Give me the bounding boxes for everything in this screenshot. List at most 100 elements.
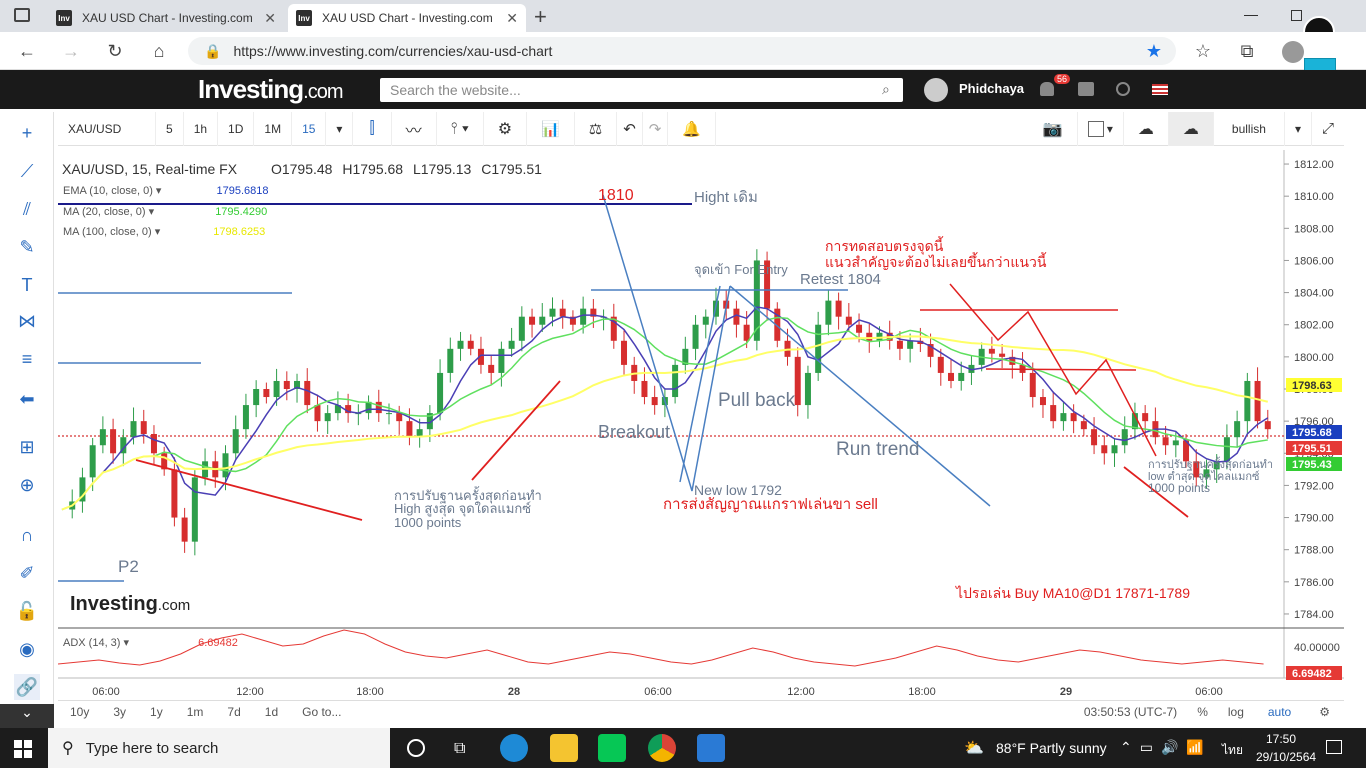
task-view-icon[interactable]: ⧉ [454,740,465,758]
ma20-legend[interactable]: MA (20, close, 0) ▾ 1795.4290 [63,205,267,218]
collections-icon[interactable]: ⧉ [1234,38,1260,64]
brush-icon[interactable]: ✎ [14,234,40,260]
notification-center-icon[interactable] [1326,740,1342,754]
url-field[interactable]: 🔒 https://www.investing.com/currencies/x… [188,37,1176,65]
tray-icons[interactable]: ⌃▭🔊📶 [1120,739,1212,756]
percent-toggle[interactable]: % [1187,705,1218,719]
photos-icon[interactable] [697,734,725,762]
adx-legend[interactable]: ADX (14, 3) ▾ 6.69482 [63,636,238,649]
indicators-icon[interactable]: ⫯ ▾ [437,111,484,146]
layout-name[interactable]: bullish [1214,111,1285,146]
cloud-save-icon[interactable]: ☁ [1168,111,1214,146]
lock-icon[interactable]: 🔓 [14,598,40,624]
studies-icon[interactable]: 📊 [527,111,575,146]
symbol-field[interactable]: XAU/USD [58,111,156,146]
ema-legend[interactable]: EMA (10, close, 0) ▾ 1795.6818 [63,184,269,197]
forward-icon[interactable]: → [58,38,84,64]
forecast-icon[interactable]: ≡ [14,346,40,372]
site-logo[interactable]: Investing.com [198,74,343,105]
weather-text[interactable]: 88°F Partly sunny [996,740,1107,756]
portfolio-icon[interactable] [1078,82,1094,96]
browser-tab-1[interactable]: Inv XAU USD Chart - Investing.com ✕ [48,4,284,32]
range-7d[interactable]: 7d [215,705,252,719]
range-3y[interactable]: 3y [101,705,138,719]
price-label: 1795.68 [1286,425,1342,439]
candles-icon[interactable]: ⫿ [353,111,392,146]
minimize-icon[interactable]: — [1244,6,1258,22]
trendline-icon[interactable]: ⟋ [14,158,40,184]
edge-icon[interactable] [500,734,528,762]
undo-icon[interactable]: ↶ [617,111,643,146]
close-tab-icon[interactable]: ✕ [264,10,276,27]
site-search-input[interactable]: Search the website... [380,78,903,102]
range-1y[interactable]: 1y [138,705,175,719]
pencil-lock-icon[interactable]: ✐ [14,560,40,586]
range-10y[interactable]: 10y [58,705,101,719]
cloud-load-icon[interactable]: ☁ [1124,111,1169,146]
refresh-icon[interactable]: ↻ [102,38,128,64]
clock-date[interactable]: 29/10/2564 [1256,750,1316,764]
new-tab-icon[interactable]: + [534,4,547,30]
close-tab-icon[interactable]: ✕ [506,10,518,27]
chevron-down-icon[interactable]: ▾ [326,111,354,146]
bell-icon[interactable] [1040,82,1054,96]
cortana-icon[interactable] [407,739,425,757]
gear-icon[interactable]: ⚙ [484,111,528,146]
avatar[interactable] [1282,41,1304,63]
interval-1d[interactable]: 1D [218,111,255,146]
interval-1h[interactable]: 1h [184,111,219,146]
text-icon[interactable]: T [14,272,40,298]
pitchfork-icon[interactable]: ⫽ [14,196,40,222]
us-flag-icon[interactable] [1152,84,1168,95]
interval-5[interactable]: 5 [156,111,184,146]
redo-icon[interactable]: ↷ [643,111,669,146]
fullscreen-icon[interactable]: ⤢ [1312,112,1344,146]
back-icon[interactable]: ← [14,38,40,64]
user-name[interactable]: Phidchaya [959,81,1024,96]
home-icon[interactable]: ⌂ [146,38,172,64]
log-toggle[interactable]: log [1218,705,1254,719]
chrome-icon[interactable] [648,734,676,762]
line-chart-icon[interactable]: 〰 [392,111,437,146]
link-icon[interactable]: 🔗 [14,674,40,700]
eye-icon[interactable]: ◉ [14,636,40,662]
ma100-legend[interactable]: MA (100, close, 0) ▾ 1798.6253 [63,225,265,238]
crosshair-icon[interactable]: + [14,120,40,146]
alert-icon[interactable]: 🔔 [668,111,717,146]
language-indicator[interactable]: ไทย [1222,741,1243,760]
tab-actions-icon[interactable] [14,8,30,22]
windows-start-icon[interactable] [14,740,32,758]
layout-icon[interactable]: ▾ [1078,111,1124,146]
file-explorer-icon[interactable] [550,734,578,762]
favorites-icon[interactable]: ☆ [1190,38,1216,64]
camera-icon[interactable]: 📷 [1029,111,1078,146]
restore-icon[interactable] [1291,10,1302,21]
pattern-icon[interactable]: ⋈ [14,308,40,334]
interval-15[interactable]: 15 [292,111,327,146]
candle-body [958,372,965,381]
goto-button[interactable]: Go to... [290,705,353,719]
search-icon[interactable]: ⌕ [882,81,890,98]
avatar[interactable] [924,78,948,102]
chevron-down-icon[interactable]: ▾ [1285,111,1312,146]
taskbar-search-input[interactable]: ⚲ Type here to search [48,728,390,768]
clock-time[interactable]: 17:50 [1266,732,1296,746]
zoom-icon[interactable]: ⊕ [14,472,40,498]
favorite-star-icon[interactable]: ★ [1146,41,1162,62]
interval-1m[interactable]: 1M [254,111,293,146]
magnet-icon[interactable]: ∩ [14,522,40,548]
collapse-icon[interactable]: ⌄ [0,704,54,728]
clock-icon[interactable] [1116,82,1130,96]
browser-tab-2[interactable]: Inv XAU USD Chart - Investing.com ✕ [288,4,526,32]
range-1d[interactable]: 1d [253,705,290,719]
measure-icon[interactable]: ⊞ [14,434,40,460]
annotation-text: ไปรอเล่น Buy MA10@D1 17871-1789 [955,585,1190,601]
compare-icon[interactable]: ⚖ [575,111,618,146]
auto-toggle[interactable]: auto [1254,705,1305,719]
legend-title[interactable]: XAU/USD, 15, Real-time FX [62,161,237,177]
arrow-left-icon[interactable]: ⬅ [14,386,40,412]
gear-icon[interactable]: ⚙ [1305,705,1344,719]
line-app-icon[interactable] [598,734,626,762]
range-1m[interactable]: 1m [175,705,216,719]
candle-body [1254,380,1261,422]
